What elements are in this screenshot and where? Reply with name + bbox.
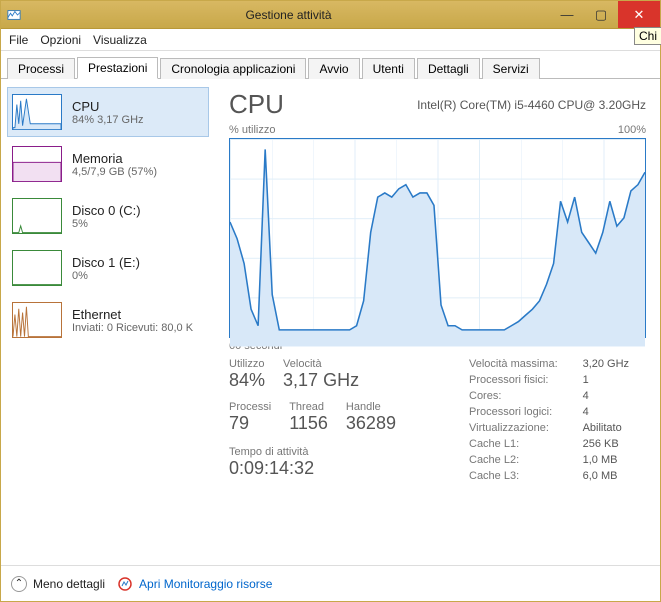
virt-key: Virtualizzazione: [469,422,575,434]
sidebar-cpu-title: CPU [72,99,144,114]
uptime-value: 0:09:14:32 [229,458,469,479]
sidebar-eth-label: Ethernet Inviati: 0 Ricevuti: 80,0 K [72,302,193,338]
util-stat-label: Utilizzo [229,358,265,370]
main-panel: CPU Intel(R) Core(TM) i5-4460 CPU@ 3.20G… [215,79,660,559]
sidebar-item-ethernet[interactable]: Ethernet Inviati: 0 Ricevuti: 80,0 K [7,295,209,345]
maxspeed-val: 3,20 GHz [583,358,646,370]
proc-stat-value: 79 [229,413,271,434]
stats-right: Velocità massima: 3,20 GHz Processori fis… [469,358,646,482]
minimize-button[interactable]: — [550,1,584,28]
fewer-details-label: Meno dettagli [33,577,105,591]
chevron-up-icon: ⌃ [11,576,27,592]
proc-stat-label: Processi [229,401,271,413]
chart-line [230,139,645,347]
sidebar-item-memoria[interactable]: Memoria 4,5/7,9 GB (57%) [7,139,209,189]
sidebar-d1-title: Disco 1 (E:) [72,255,140,270]
maximize-button[interactable]: ▢ [584,1,618,28]
virt-val: Abilitato [583,422,646,434]
sidebar-cpu-label: CPU 84% 3,17 GHz [72,94,144,130]
resmon-icon [117,576,133,592]
physproc-val: 1 [583,374,646,386]
main-header: CPU Intel(R) Core(TM) i5-4460 CPU@ 3.20G… [229,89,646,120]
stats-left: Utilizzo 84% Velocità 3,17 GHz Processi … [229,358,469,482]
close-button[interactable]: ✕ [618,1,660,28]
main-title: CPU [229,89,284,120]
footer: ⌃ Meno dettagli Apri Monitoraggio risors… [1,565,660,601]
tab-prestazioni[interactable]: Prestazioni [77,57,158,79]
open-resmon-link[interactable]: Apri Monitoraggio risorse [117,576,272,592]
logical-key: Processori logici: [469,406,575,418]
thread-stat-value: 1156 [289,413,328,434]
menu-file[interactable]: File [9,33,28,47]
tab-dettagli[interactable]: Dettagli [417,58,480,79]
util-label: % utilizzo [229,124,275,136]
disk1-thumbnail-icon [12,250,62,286]
memory-thumbnail-icon [12,146,62,182]
l1-key: Cache L1: [469,438,575,450]
titlebar[interactable]: Gestione attività — ▢ ✕ [1,1,660,29]
cores-val: 4 [583,390,646,402]
speed-stat-value: 3,17 GHz [283,370,359,391]
close-tooltip: Chi [634,27,661,45]
thread-stat-label: Thread [289,401,328,413]
titlebar-buttons: — ▢ ✕ [550,1,660,28]
sidebar-eth-title: Ethernet [72,307,193,322]
sidebar-item-disco0[interactable]: Disco 0 (C:) 5% [7,191,209,241]
cpu-thumbnail-icon [12,94,62,130]
l3-key: Cache L3: [469,470,575,482]
sidebar-item-disco1[interactable]: Disco 1 (E:) 0% [7,243,209,293]
tab-cronologia[interactable]: Cronologia applicazioni [160,58,306,79]
menu-view[interactable]: Visualizza [93,33,147,47]
sidebar-item-cpu[interactable]: CPU 84% 3,17 GHz [7,87,209,137]
sidebar-mem-label: Memoria 4,5/7,9 GB (57%) [72,146,157,182]
fewer-details-button[interactable]: ⌃ Meno dettagli [11,576,105,592]
tab-utenti[interactable]: Utenti [362,58,415,79]
util-stat-value: 84% [229,370,265,391]
ethernet-thumbnail-icon [12,302,62,338]
menubar: File Opzioni Visualizza [1,29,660,51]
content-area: CPU 84% 3,17 GHz Memoria 4,5/7,9 GB (57%… [1,79,660,559]
open-resmon-label: Apri Monitoraggio risorse [139,577,272,591]
tab-servizi[interactable]: Servizi [482,58,540,79]
physproc-key: Processori fisici: [469,374,575,386]
sidebar-d0-title: Disco 0 (C:) [72,203,141,218]
sidebar-d0-label: Disco 0 (C:) 5% [72,198,141,234]
tab-avvio[interactable]: Avvio [308,58,359,79]
app-icon [7,8,21,22]
sidebar-mem-title: Memoria [72,151,157,166]
cpu-usage-chart[interactable] [229,138,646,338]
sidebar-eth-sub: Inviati: 0 Ricevuti: 80,0 K [72,322,193,334]
disk0-thumbnail-icon [12,198,62,234]
max-label: 100% [618,124,646,136]
sidebar-mem-sub: 4,5/7,9 GB (57%) [72,166,157,178]
sidebar-d0-sub: 5% [72,218,141,230]
sidebar-d1-label: Disco 1 (E:) 0% [72,250,140,286]
chart-top-labels: % utilizzo 100% [229,124,646,136]
tab-processi[interactable]: Processi [7,58,75,79]
l2-key: Cache L2: [469,454,575,466]
menu-options[interactable]: Opzioni [40,33,81,47]
speed-stat-label: Velocità [283,358,359,370]
logical-val: 4 [583,406,646,418]
window-root: Gestione attività — ▢ ✕ Chi File Opzioni… [0,0,661,602]
tab-row: Processi Prestazioni Cronologia applicaz… [1,51,660,79]
l3-val: 6,0 MB [583,470,646,482]
cores-key: Cores: [469,390,575,402]
handle-stat-label: Handle [346,401,396,413]
stats-row: Utilizzo 84% Velocità 3,17 GHz Processi … [229,358,646,482]
cpu-model: Intel(R) Core(TM) i5-4460 CPU@ 3.20GHz [417,98,646,112]
l2-val: 1,0 MB [583,454,646,466]
uptime-label: Tempo di attività [229,446,469,458]
maxspeed-key: Velocità massima: [469,358,575,370]
handle-stat-value: 36289 [346,413,396,434]
window-title: Gestione attività [27,8,550,22]
l1-val: 256 KB [583,438,646,450]
sidebar-d1-sub: 0% [72,270,140,282]
sidebar-cpu-sub: 84% 3,17 GHz [72,114,144,126]
sidebar: CPU 84% 3,17 GHz Memoria 4,5/7,9 GB (57%… [1,79,215,559]
